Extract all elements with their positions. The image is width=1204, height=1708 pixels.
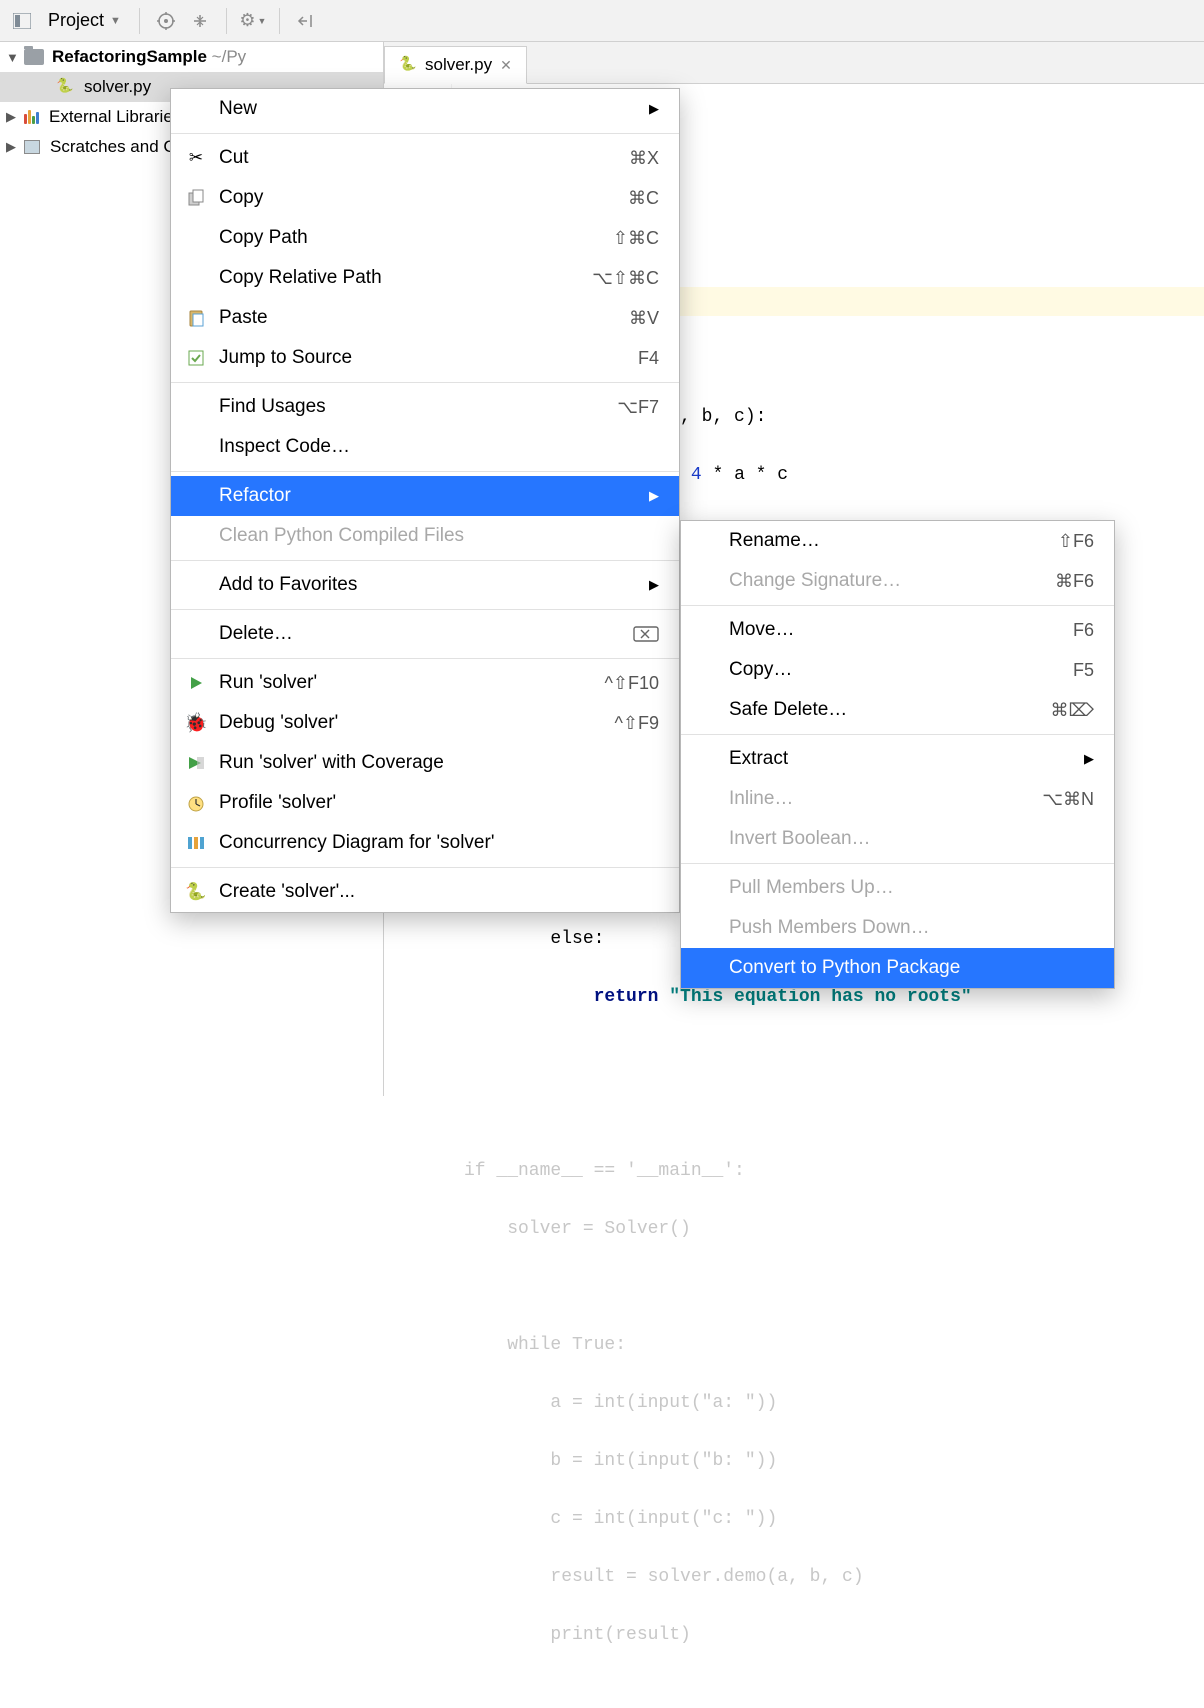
menu-cut[interactable]: ✂Cut⌘X — [171, 138, 679, 178]
project-dropdown[interactable]: Project ▼ — [42, 10, 127, 31]
target-icon[interactable] — [152, 7, 180, 35]
ext-libs-label: External Libraries — [43, 107, 181, 127]
menu-invert-boolean: Invert Boolean… — [681, 819, 1114, 859]
menu-change-signature: Change Signature…⌘F6 — [681, 561, 1114, 601]
menu-push-down: Push Members Down… — [681, 908, 1114, 948]
chevron-right-icon: ▶ — [6, 139, 20, 155]
menu-inline: Inline…⌥⌘N — [681, 779, 1114, 819]
chevron-down-icon: ▼ — [110, 15, 121, 27]
menu-find-usages[interactable]: Find Usages⌥F7 — [171, 387, 679, 427]
play-icon — [185, 672, 207, 694]
chevron-down-icon: ▼ — [6, 50, 20, 65]
menu-profile[interactable]: Profile 'solver' — [171, 783, 679, 823]
libraries-icon — [24, 110, 39, 124]
menu-copy-rel-path[interactable]: Copy Relative Path⌥⇧⌘C — [171, 258, 679, 298]
menu-inspect-code[interactable]: Inspect Code… — [171, 427, 679, 467]
menu-run[interactable]: Run 'solver'^⇧F10 — [171, 663, 679, 703]
menu-extract[interactable]: Extract▶ — [681, 739, 1114, 779]
folder-icon — [24, 49, 44, 65]
menu-safe-delete[interactable]: Safe Delete…⌘⌦ — [681, 690, 1114, 730]
menu-paste[interactable]: Paste⌘V — [171, 298, 679, 338]
menu-jump-source[interactable]: Jump to SourceF4 — [171, 338, 679, 378]
scratches-icon — [24, 140, 40, 154]
refactor-submenu: Rename…⇧F6 Change Signature…⌘F6 Move…F6 … — [680, 520, 1115, 989]
bug-icon: 🐞 — [185, 712, 207, 734]
diagram-icon — [185, 832, 207, 854]
menu-move[interactable]: Move…F6 — [681, 610, 1114, 650]
jump-icon — [185, 347, 207, 369]
project-label: Project — [48, 10, 104, 31]
menu-copy2[interactable]: Copy…F5 — [681, 650, 1114, 690]
menu-rename[interactable]: Rename…⇧F6 — [681, 521, 1114, 561]
menu-copy-path[interactable]: Copy Path⇧⌘C — [171, 218, 679, 258]
menu-convert-package[interactable]: Convert to Python Package — [681, 948, 1114, 988]
menu-pull-up: Pull Members Up… — [681, 868, 1114, 908]
tab-title: solver.py — [425, 55, 492, 75]
menu-clean-compiled: Clean Python Compiled Files — [171, 516, 679, 556]
menu-refactor[interactable]: Refactor▶ — [171, 476, 679, 516]
clock-icon — [185, 792, 207, 814]
toolbar: Project ▼ ⚙▼ — [0, 0, 1204, 42]
menu-concurrency[interactable]: Concurrency Diagram for 'solver' — [171, 823, 679, 863]
chevron-right-icon: ▶ — [631, 577, 659, 593]
context-menu: New▶ ✂Cut⌘X Copy⌘C Copy Path⇧⌘C Copy Rel… — [170, 88, 680, 913]
collapse-icon[interactable] — [186, 7, 214, 35]
file-name: solver.py — [78, 77, 151, 97]
paste-icon — [185, 307, 207, 329]
chevron-right-icon: ▶ — [6, 109, 20, 125]
menu-debug[interactable]: 🐞Debug 'solver'^⇧F9 — [171, 703, 679, 743]
gear-icon[interactable]: ⚙▼ — [239, 7, 267, 35]
root-path: ~/Py — [212, 47, 247, 66]
root-name: RefactoringSample — [52, 47, 207, 66]
chevron-right-icon: ▶ — [1066, 751, 1094, 767]
tree-root[interactable]: ▼ RefactoringSample ~/Py — [0, 42, 383, 72]
delete-icon — [605, 625, 659, 643]
python-file-icon — [56, 78, 74, 96]
chevron-right-icon: ▶ — [631, 101, 659, 117]
project-pane-icon[interactable] — [8, 7, 36, 35]
menu-add-favorites[interactable]: Add to Favorites▶ — [171, 565, 679, 605]
copy-icon — [185, 187, 207, 209]
menu-coverage[interactable]: Run 'solver' with Coverage — [171, 743, 679, 783]
chevron-right-icon: ▶ — [631, 488, 659, 504]
hide-icon[interactable] — [292, 7, 320, 35]
python-file-icon — [399, 56, 417, 74]
menu-copy[interactable]: Copy⌘C — [171, 178, 679, 218]
menu-delete[interactable]: Delete… — [171, 614, 679, 654]
python-icon: 🐍 — [185, 881, 207, 903]
tab-solver[interactable]: solver.py ✕ — [384, 46, 527, 84]
coverage-icon — [185, 752, 207, 774]
close-icon[interactable]: ✕ — [500, 57, 512, 74]
menu-create[interactable]: 🐍Create 'solver'... — [171, 872, 679, 912]
scissors-icon: ✂ — [185, 147, 207, 169]
menu-new[interactable]: New▶ — [171, 89, 679, 129]
tabbar: solver.py ✕ — [384, 42, 1204, 84]
